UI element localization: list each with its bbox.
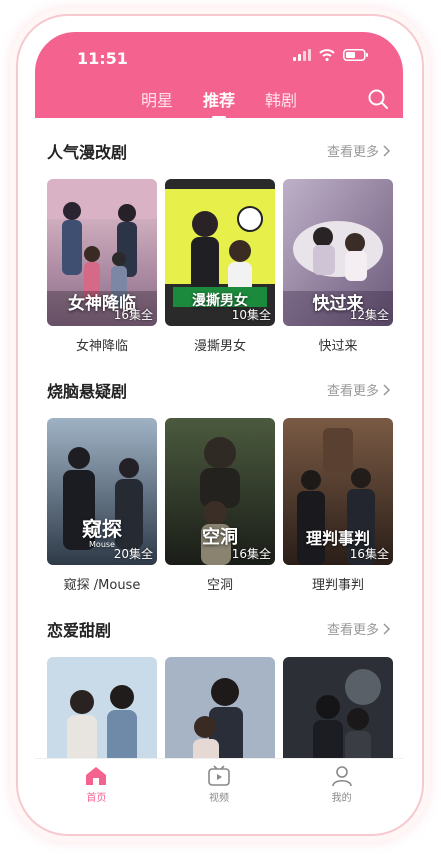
app-screen: 11:51 明星 推荐 韩剧 人气漫改剧 查看更多 女神降临 16集全 女神降临… xyxy=(35,32,403,817)
drama-card[interactable]: 理判事判 16集全 理判事判 xyxy=(283,418,393,593)
chevron-right-icon xyxy=(383,622,391,635)
drama-card[interactable]: 窥探 Mouse 20集全 窥探 /Mouse xyxy=(47,418,157,593)
episode-badge: 12集全 xyxy=(349,308,389,322)
poster-title: 窥探 xyxy=(82,517,122,541)
header-bar: 11:51 明星 推荐 韩剧 xyxy=(35,32,403,119)
card-title: 窥探 /Mouse xyxy=(63,578,141,593)
bottom-tab-bar: 首页 视频 我的 xyxy=(35,758,403,817)
poster: 漫撕男女 10集全 xyxy=(165,179,275,326)
card-title: 漫撕男女 xyxy=(193,339,246,354)
tab-home[interactable]: 首页 xyxy=(35,759,158,817)
tab-recommend[interactable]: 推荐 xyxy=(203,87,235,119)
episode-badge: 16集全 xyxy=(349,547,389,561)
more-link[interactable]: 查看更多 xyxy=(327,380,391,399)
poster xyxy=(47,657,157,758)
signal-icon xyxy=(293,49,311,61)
status-time: 11:51 xyxy=(77,49,128,68)
drama-card[interactable]: 女神降临 16集全 女神降临 xyxy=(47,179,157,354)
tab-label: 我的 xyxy=(331,793,352,804)
section-title: 烧脑悬疑剧 xyxy=(47,382,128,401)
battery-icon xyxy=(343,49,368,61)
tab-profile[interactable]: 我的 xyxy=(280,759,403,817)
top-tabs: 明星 推荐 韩剧 xyxy=(35,87,403,119)
episode-badge: 10集全 xyxy=(231,308,271,322)
poster: 理判事判 16集全 xyxy=(283,418,393,565)
drama-card[interactable] xyxy=(47,657,157,758)
more-link[interactable]: 查看更多 xyxy=(327,141,391,160)
section-title: 恋爱甜剧 xyxy=(47,621,112,640)
poster xyxy=(165,657,275,758)
home-icon xyxy=(86,767,107,785)
drama-card[interactable] xyxy=(165,657,275,758)
tab-label: 首页 xyxy=(86,793,107,804)
section-title: 人气漫改剧 xyxy=(47,143,128,162)
poster: 空洞 16集全 xyxy=(165,418,275,565)
card-title: 空洞 xyxy=(206,578,233,593)
card-title: 快过来 xyxy=(318,339,358,354)
wifi-icon xyxy=(319,49,335,61)
episode-badge: 16集全 xyxy=(231,547,271,561)
episode-badge: 16集全 xyxy=(113,308,153,322)
chevron-right-icon xyxy=(383,383,391,396)
card-title: 女神降临 xyxy=(75,339,128,354)
tab-stars[interactable]: 明星 xyxy=(141,87,173,111)
content-area: 人气漫改剧 查看更多 女神降临 16集全 女神降临 漫撕男女 10集全 漫撕男女… xyxy=(35,118,403,758)
episode-badge: 20集全 xyxy=(113,547,153,561)
more-link[interactable]: 查看更多 xyxy=(327,619,391,638)
card-title: 理判事判 xyxy=(311,578,364,593)
user-icon xyxy=(331,766,352,787)
video-icon xyxy=(208,765,230,786)
drama-card[interactable]: 空洞 16集全 空洞 xyxy=(165,418,275,593)
chevron-right-icon xyxy=(383,144,391,157)
poster xyxy=(283,657,393,758)
tab-video[interactable]: 视频 xyxy=(158,759,281,817)
status-icons xyxy=(293,49,369,61)
drama-card[interactable] xyxy=(283,657,393,758)
search-icon[interactable] xyxy=(367,88,389,110)
poster: 窥探 Mouse 20集全 xyxy=(47,418,157,565)
poster: 快过来 12集全 xyxy=(283,179,393,326)
tab-korean-drama[interactable]: 韩剧 xyxy=(265,87,297,111)
poster: 女神降临 16集全 xyxy=(47,179,157,326)
drama-card[interactable]: 漫撕男女 10集全 漫撕男女 xyxy=(165,179,275,354)
tab-label: 视频 xyxy=(209,793,229,804)
drama-card[interactable]: 快过来 12集全 快过来 xyxy=(283,179,393,354)
